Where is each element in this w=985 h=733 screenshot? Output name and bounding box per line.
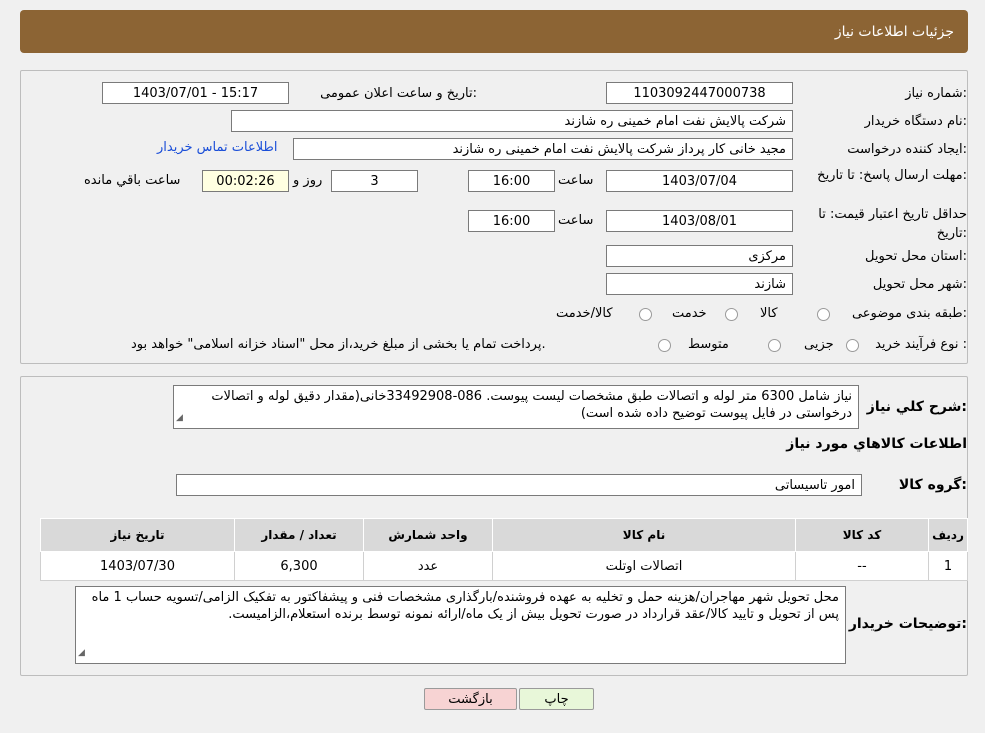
price-validity-date-field: 1403/08/01 <box>606 210 793 232</box>
price-validity-time-label: ساعت <box>558 213 594 228</box>
remaining-time-field: 00:02:26 <box>202 170 289 192</box>
goods-table: ردیف کد کالا نام کالا واحد شمارش تعداد /… <box>40 518 968 581</box>
resize-grip-icon[interactable]: ◢ <box>78 645 85 662</box>
cell-name: اتصالات اوتلت <box>492 551 796 581</box>
cell-date: 1403/07/30 <box>40 551 235 581</box>
col-date: تاریخ نیاز <box>40 518 235 552</box>
table-row: 1 -- اتصالات اوتلت عدد 6,300 1403/07/30 <box>40 551 968 581</box>
deadline-date-field: 1403/07/04 <box>606 170 793 192</box>
days-field: 3 <box>331 170 418 192</box>
price-validity-time-field: 16:00 <box>468 210 555 232</box>
goods-section-title: اطلاعات کالاهاي مورد نياز <box>786 436 967 452</box>
buyer-notes-text: محل تحویل شهر مهاجران/هزینه حمل و تخلیه … <box>91 590 839 622</box>
process-radio-minor[interactable] <box>846 339 859 352</box>
process-radio-treasury[interactable] <box>658 339 671 352</box>
buyer-notes-textarea[interactable]: محل تحویل شهر مهاجران/هزینه حمل و تخلیه … <box>75 586 846 664</box>
print-button[interactable]: چاپ <box>519 688 594 710</box>
cell-row: 1 <box>928 551 968 581</box>
creator-label: ایجاد کننده درخواست: <box>847 142 967 157</box>
process-option-medium: متوسط <box>688 337 729 352</box>
col-name: نام کالا <box>492 518 796 552</box>
page-title: جزئیات اطلاعات نیاز <box>834 23 954 40</box>
category-option-service: خدمت <box>672 306 707 321</box>
city-field: شازند <box>606 273 793 295</box>
deadline-time-label: ساعت <box>558 173 594 188</box>
need-number-label: شماره نیاز: <box>905 86 967 101</box>
resize-grip-icon[interactable]: ◢ <box>176 410 183 427</box>
province-field: مرکزی <box>606 245 793 267</box>
category-label: طبقه بندی موضوعی: <box>851 306 967 321</box>
buyer-org-label: نام دستگاه خریدار: <box>864 114 967 129</box>
category-radio-service[interactable] <box>725 308 738 321</box>
col-row: ردیف <box>928 518 968 552</box>
cell-code: -- <box>795 551 929 581</box>
days-label: روز و <box>293 173 323 188</box>
announce-label: تاریخ و ساعت اعلان عمومی: <box>320 86 477 101</box>
goods-group-label: گروه کالا: <box>898 477 967 493</box>
city-label: شهر محل تحویل: <box>872 277 967 292</box>
province-label: استان محل تحویل: <box>865 249 967 264</box>
description-text: نیاز شامل 6300 متر لوله و اتصالات طبق مش… <box>211 389 852 421</box>
process-label: نوع فرآیند خرید : <box>875 337 967 352</box>
goods-group-field: امور تاسیساتی <box>176 474 862 496</box>
back-button[interactable]: بازگشت <box>424 688 517 710</box>
col-qty: تعداد / مقدار <box>234 518 364 552</box>
description-textarea[interactable]: نیاز شامل 6300 متر لوله و اتصالات طبق مش… <box>173 385 859 429</box>
category-radio-goods[interactable] <box>817 308 830 321</box>
buyer-org-field: شرکت پالایش نفت امام خمینی ره شازند <box>231 110 793 132</box>
announce-field: 1403/07/01 - 15:17 <box>102 82 289 104</box>
col-code: کد کالا <box>795 518 929 552</box>
deadline-label: مهلت ارسال پاسخ: تا تاریخ: <box>817 168 967 183</box>
cell-unit: عدد <box>363 551 493 581</box>
remaining-label: ساعت باقي مانده <box>84 173 181 188</box>
col-unit: واحد شمارش <box>363 518 493 552</box>
need-number-field: 1103092447000738 <box>606 82 793 104</box>
category-option-goods-service: کالا/خدمت <box>556 306 613 321</box>
buyer-contact-link[interactable]: اطلاعات تماس خریدار <box>157 140 277 155</box>
process-option-minor: جزیی <box>804 337 834 352</box>
process-note: پرداخت تمام یا بخشی از مبلغ خرید،از محل … <box>131 337 546 352</box>
process-radio-medium[interactable] <box>768 339 781 352</box>
deadline-time-field: 16:00 <box>468 170 555 192</box>
description-label: شرح كلي نياز: <box>866 399 967 415</box>
buyer-notes-label: توضیحات خریدار: <box>848 616 967 632</box>
page-header: جزئیات اطلاعات نیاز <box>20 10 968 53</box>
creator-field: مجید خانی کار پرداز شرکت پالایش نفت امام… <box>293 138 793 160</box>
cell-qty: 6,300 <box>234 551 364 581</box>
category-radio-goods-service[interactable] <box>639 308 652 321</box>
category-option-goods: کالا <box>760 306 778 321</box>
price-validity-label: حداقل تاریخ اعتبار قیمت: تا تاریخ: <box>818 207 967 241</box>
table-header-row: ردیف کد کالا نام کالا واحد شمارش تعداد /… <box>40 518 968 552</box>
